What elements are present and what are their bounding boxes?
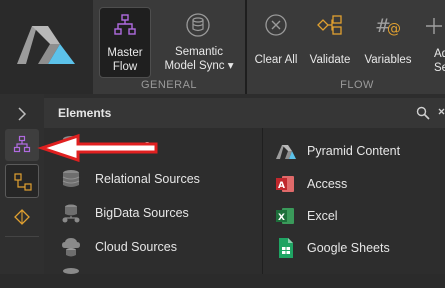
access-icon: A xyxy=(276,176,294,192)
pyramid-logo-icon xyxy=(276,145,296,159)
add-sets-label-2: Se xyxy=(434,62,445,74)
validate-icon xyxy=(317,15,342,35)
add-sets-icon xyxy=(426,18,442,34)
source-item-pyramid-content[interactable]: Pyramid Content xyxy=(274,136,444,166)
source-label: Google Sheets xyxy=(307,241,390,255)
rail-divider xyxy=(5,236,39,237)
svg-text:A: A xyxy=(278,181,285,191)
close-icon[interactable] xyxy=(438,108,445,118)
validate-button[interactable]: Validate xyxy=(306,7,354,78)
pyramid-logo-icon xyxy=(17,26,75,64)
validate-label: Validate xyxy=(309,54,351,66)
svg-text:X: X xyxy=(278,213,285,223)
source-label: Access xyxy=(307,177,348,191)
source-item-excel[interactable]: X Excel xyxy=(274,201,444,231)
variables-label: Variables xyxy=(364,54,412,66)
database-icon xyxy=(62,170,80,187)
sync-database-icon xyxy=(186,13,210,37)
rail-flow-button[interactable] xyxy=(5,164,39,198)
category-label: Cloud Sources xyxy=(95,240,177,254)
add-sets-label-1: Ad xyxy=(434,48,445,60)
database-icon xyxy=(63,268,79,274)
add-sets-button[interactable]: Ad Se xyxy=(420,7,445,78)
flow-nodes-icon xyxy=(14,173,32,191)
elements-panel-title: Elements xyxy=(58,106,112,120)
hierarchy-icon xyxy=(13,135,31,153)
master-flow-button[interactable]: Master Flow xyxy=(99,7,151,78)
expand-rail-button[interactable] xyxy=(5,98,39,130)
source-label: Excel xyxy=(307,209,338,223)
source-label: Pyramid Content xyxy=(307,144,401,158)
group-label-general: GENERAL xyxy=(140,79,198,91)
chevron-right-icon xyxy=(18,107,27,121)
category-label: BigData Sources xyxy=(95,206,189,220)
rail-master-flow-button[interactable] xyxy=(5,129,39,161)
clear-icon xyxy=(265,14,287,36)
search-icon[interactable] xyxy=(416,106,430,120)
network-db-icon xyxy=(62,204,80,223)
cloud-db-icon xyxy=(62,238,80,257)
clear-all-label: Clear All xyxy=(254,54,298,66)
semantic-label-1: Semantic xyxy=(175,46,223,58)
source-item-google-sheets[interactable]: Google Sheets xyxy=(274,233,444,263)
category-item-partial[interactable] xyxy=(56,262,256,274)
category-item-relational-sources[interactable]: Relational Sources xyxy=(56,164,256,194)
svg-text:@: @ xyxy=(387,21,401,37)
semantic-model-sync-button[interactable]: Semantic Model Sync ▾ xyxy=(160,7,238,78)
app-logo-area xyxy=(0,0,93,94)
group-label-flow: FLOW xyxy=(340,79,374,91)
category-item-bigdata-sources[interactable]: BigData Sources xyxy=(56,198,256,228)
diamond-icon xyxy=(14,209,30,225)
category-item-cloud-sources[interactable]: Cloud Sources xyxy=(56,232,256,262)
semantic-label-2: Model Sync ▾ xyxy=(164,60,234,72)
source-item-access[interactable]: A Access xyxy=(274,169,444,199)
google-sheets-icon xyxy=(279,238,293,258)
clear-all-button[interactable]: Clear All xyxy=(252,7,300,78)
variables-button[interactable]: # @ Variables xyxy=(360,7,416,78)
master-flow-label-2: Flow xyxy=(112,61,138,73)
variables-icon: # @ xyxy=(375,15,401,37)
rail-diamond-button[interactable] xyxy=(5,201,39,233)
master-flow-icon xyxy=(114,14,136,35)
master-flow-label-1: Master xyxy=(107,47,143,59)
annotation-arrow xyxy=(37,133,158,163)
category-label: Relational Sources xyxy=(95,172,200,186)
excel-icon: X xyxy=(276,208,294,224)
